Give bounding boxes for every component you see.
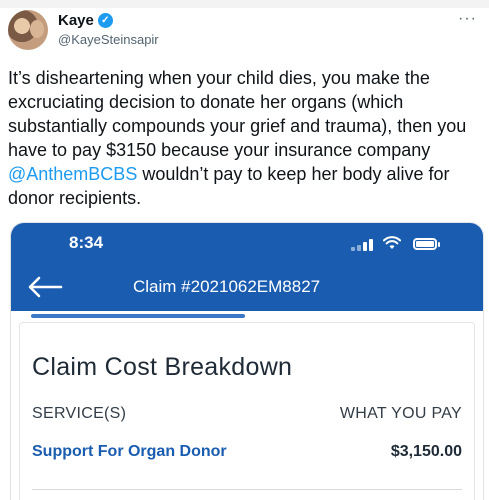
column-header-what-you-pay: WHAT YOU PAY <box>339 405 462 422</box>
claim-nav-bar: Claim #2021062EM8827 <box>11 263 483 311</box>
avatar[interactable] <box>8 10 48 50</box>
phone-status-bar: 8:34 <box>11 223 483 263</box>
wifi-icon <box>383 236 401 249</box>
attached-screenshot[interactable]: 8:34 Claim #2021062EM8827 Claim Cost Bre… <box>10 222 484 500</box>
ellipsis-icon[interactable]: ··· <box>458 10 477 28</box>
battery-icon <box>413 238 440 250</box>
service-link[interactable]: Support For Organ Donor <box>32 443 227 461</box>
tab-indicator <box>31 314 245 318</box>
name-row: Kaye ✓ <box>58 12 113 29</box>
divider <box>32 489 462 490</box>
cropped-previous-content <box>0 0 489 8</box>
arrow-left-icon[interactable] <box>27 275 63 299</box>
status-time: 8:34 <box>69 233 104 252</box>
card-title: Claim Cost Breakdown <box>32 353 293 381</box>
tweet-header: Kaye ✓ @KayeSteinsapir ··· <box>8 10 481 58</box>
tweet-text: It’s disheartening when your child dies,… <box>8 66 482 210</box>
display-name[interactable]: Kaye <box>58 12 94 29</box>
claim-title: Claim #2021062EM8827 <box>133 277 321 296</box>
service-amount: $3,150.00 <box>390 443 462 460</box>
signal-icon <box>351 239 373 251</box>
mention-link[interactable]: @AnthemBCBS <box>8 164 137 184</box>
verified-badge-icon: ✓ <box>97 13 113 28</box>
claim-cost-card: Claim Cost Breakdown SERVICE(S) WHAT YOU… <box>19 322 475 500</box>
column-header-services: SERVICE(S) <box>32 405 127 422</box>
user-handle[interactable]: @KayeSteinsapir <box>58 32 159 47</box>
tweet-text-part1: It’s disheartening when your child dies,… <box>8 68 467 160</box>
